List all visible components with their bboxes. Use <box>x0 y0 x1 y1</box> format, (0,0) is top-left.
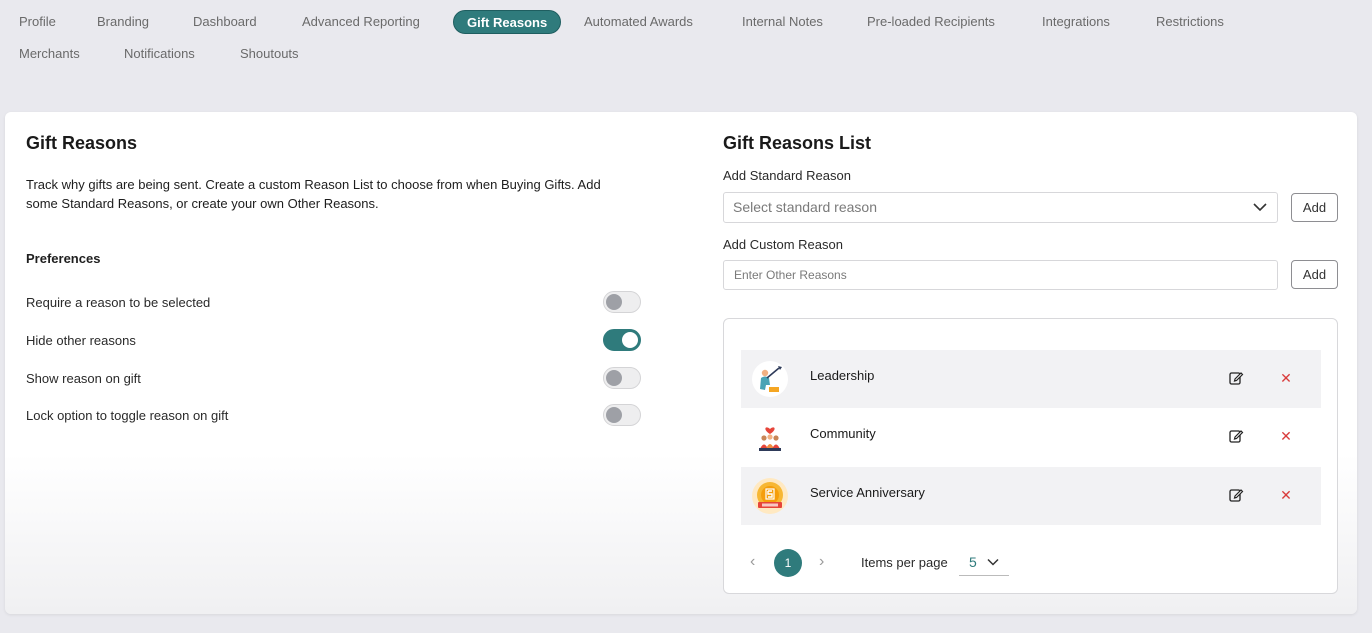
next-page-icon[interactable]: › <box>819 553 824 571</box>
prev-page-icon[interactable]: ‹ <box>750 553 755 571</box>
standard-reason-label: Add Standard Reason <box>723 168 851 183</box>
show-reason-toggle[interactable] <box>603 367 641 389</box>
preferences-title: Preferences <box>26 251 101 266</box>
pagination: ‹ 1 › Items per page 5 <box>724 545 1339 581</box>
pref-hide-other-reasons: Hide other reasons <box>26 329 641 353</box>
tab-automated-awards[interactable]: Automated Awards <box>584 10 693 34</box>
tab-notifications[interactable]: Notifications <box>124 42 195 66</box>
gift-reasons-description: Track why gifts are being sent. Create a… <box>26 177 601 211</box>
pref-show-reason-on-gift: Show reason on gift <box>26 367 641 391</box>
delete-icon[interactable]: ✕ <box>1278 370 1294 386</box>
tab-merchants[interactable]: Merchants <box>19 42 80 66</box>
edit-icon[interactable] <box>1228 487 1244 503</box>
add-standard-reason-button[interactable]: Add <box>1291 193 1338 222</box>
items-per-page-label: Items per page <box>861 555 948 570</box>
hide-other-reasons-toggle[interactable] <box>603 329 641 351</box>
pref-label: Lock option to toggle reason on gift <box>26 408 229 423</box>
service-anniversary-icon <box>752 478 788 514</box>
toggle-knob <box>606 407 622 423</box>
pref-label: Show reason on gift <box>26 371 141 386</box>
delete-icon[interactable]: ✕ <box>1278 487 1294 503</box>
toggle-knob <box>606 370 622 386</box>
pref-require-reason: Require a reason to be selected <box>26 291 641 315</box>
tab-branding[interactable]: Branding <box>97 10 149 34</box>
gift-reasons-list-title: Gift Reasons List <box>723 133 872 153</box>
edit-icon[interactable] <box>1228 370 1244 386</box>
pref-label: Hide other reasons <box>26 333 136 348</box>
lock-option-toggle[interactable] <box>603 404 641 426</box>
chevron-down-icon <box>987 558 999 566</box>
standard-reason-select[interactable]: Select standard reason <box>723 192 1278 223</box>
list-item: Service Anniversary ✕ <box>741 467 1321 525</box>
gift-reasons-title: Gift Reasons <box>26 133 138 153</box>
pref-lock-option: Lock option to toggle reason on gift <box>26 404 641 428</box>
reason-name: Community <box>810 426 876 441</box>
gift-reasons-card: Gift Reasons Track why gifts are being s… <box>5 112 1357 614</box>
tab-gift-reasons[interactable]: Gift Reasons <box>453 10 562 34</box>
page-1-button[interactable]: 1 <box>774 549 802 577</box>
tab-restrictions[interactable]: Restrictions <box>1156 10 1224 34</box>
list-item: Leadership ✕ <box>741 350 1321 408</box>
tab-advanced-reporting[interactable]: Advanced Reporting <box>302 10 420 34</box>
items-per-page-select[interactable]: 5 <box>959 549 1009 576</box>
list-item: Community ✕ <box>741 408 1321 466</box>
custom-reason-label: Add Custom Reason <box>723 237 843 252</box>
pref-label: Require a reason to be selected <box>26 295 211 310</box>
tab-internal-notes[interactable]: Internal Notes <box>742 10 823 34</box>
settings-tabs: Profile Branding Dashboard Advanced Repo… <box>0 0 1372 80</box>
toggle-knob <box>606 294 622 310</box>
items-per-page-value: 5 <box>969 554 977 570</box>
add-custom-reason-button[interactable]: Add <box>1291 260 1338 289</box>
tab-profile[interactable]: Profile <box>19 10 56 34</box>
reasons-list: Leadership ✕ Community ✕ Service Anniver… <box>723 318 1338 594</box>
delete-icon[interactable]: ✕ <box>1278 428 1294 444</box>
chevron-down-icon <box>1253 203 1267 212</box>
reason-name: Leadership <box>810 368 875 383</box>
edit-icon[interactable] <box>1228 428 1244 444</box>
custom-reason-input[interactable] <box>723 260 1278 290</box>
standard-reason-placeholder: Select standard reason <box>733 199 877 215</box>
require-reason-toggle[interactable] <box>603 291 641 313</box>
community-icon <box>752 419 788 455</box>
tab-pre-loaded-recipients[interactable]: Pre-loaded Recipients <box>867 10 995 34</box>
toggle-knob <box>622 332 638 348</box>
tab-shoutouts[interactable]: Shoutouts <box>240 42 299 66</box>
leadership-icon <box>752 361 788 397</box>
tab-integrations[interactable]: Integrations <box>1042 10 1110 34</box>
tab-dashboard[interactable]: Dashboard <box>193 10 257 34</box>
reason-name: Service Anniversary <box>810 485 925 500</box>
